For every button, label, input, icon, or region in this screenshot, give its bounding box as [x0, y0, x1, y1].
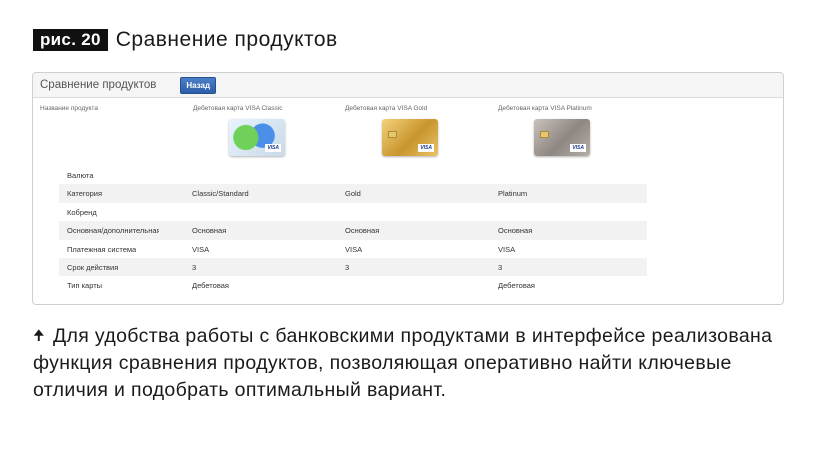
comparison-table: Валюта Категория Classic/Standard Gold P…: [59, 166, 647, 295]
panel-title: Сравнение продуктов: [40, 79, 157, 91]
row-label: Кобренд: [67, 207, 97, 217]
row-value: Основная: [498, 226, 533, 236]
row-label: Срок действия: [67, 262, 119, 272]
figure-badge: рис. 20: [33, 29, 108, 51]
row-value: 3: [192, 262, 197, 272]
row-value: VISA: [498, 244, 516, 254]
row-value: 3: [345, 262, 350, 272]
product-name-header: Название продукта: [40, 105, 98, 112]
arrow-up-icon: 🠉: [33, 327, 45, 343]
back-button[interactable]: Назад: [180, 76, 217, 94]
visa-logo: VISA: [265, 144, 281, 152]
row-label: Категория: [67, 189, 103, 199]
product-column-header[interactable]: Дебетовая карта VISA Classic: [193, 105, 282, 112]
row-value: Gold: [345, 189, 361, 199]
row-value: Classic/Standard: [192, 189, 249, 199]
table-row: Тип карты Дебетовая Дебетовая: [59, 276, 647, 294]
visa-platinum-card-icon[interactable]: VISA: [534, 119, 590, 156]
table-row: Категория Classic/Standard Gold Platinum: [59, 184, 647, 203]
visa-classic-card-icon[interactable]: VISA: [229, 119, 285, 156]
row-value: Основная: [345, 226, 380, 236]
row-value: Дебетовая: [192, 281, 229, 291]
row-value: 3: [498, 262, 503, 272]
row-value: Дебетовая: [498, 281, 535, 291]
row-label: Основная/дополнительная: [67, 226, 159, 236]
visa-gold-card-icon[interactable]: VISA: [382, 119, 438, 156]
card-chip-icon: [540, 131, 549, 138]
row-label: Валюта: [67, 171, 94, 180]
table-row: Кобренд: [59, 203, 647, 221]
figure-caption: 🠉 Для удобства работы с банковскими проду…: [33, 323, 793, 403]
table-row: Валюта: [59, 166, 647, 184]
figure-title: Сравнение продуктов: [115, 28, 338, 51]
row-value: VISA: [192, 244, 210, 254]
visa-logo: VISA: [418, 144, 434, 152]
row-value: VISA: [345, 244, 363, 254]
table-row: Платежная система VISA VISA VISA: [59, 240, 647, 258]
figure-header: рис. 20 Сравнение продуктов: [33, 28, 338, 52]
row-value: Основная: [192, 226, 227, 236]
row-label: Платежная система: [67, 244, 137, 254]
row-label: Тип карты: [67, 281, 103, 291]
table-row: Основная/дополнительная Основная Основна…: [59, 221, 647, 240]
caption-text: Для удобства работы с банковскими продук…: [33, 325, 773, 401]
product-column-header[interactable]: Дебетовая карта VISA Platinum: [498, 105, 592, 112]
table-row: Срок действия 3 3 3: [59, 257, 647, 277]
comparison-panel: Сравнение продуктов Назад Название проду…: [32, 72, 784, 305]
panel-header: Сравнение продуктов Назад: [33, 73, 783, 98]
row-value: Platinum: [498, 189, 528, 199]
visa-logo: VISA: [570, 144, 586, 152]
card-chip-icon: [388, 131, 397, 138]
product-column-header[interactable]: Дебетовая карта VISA Gold: [345, 105, 427, 112]
